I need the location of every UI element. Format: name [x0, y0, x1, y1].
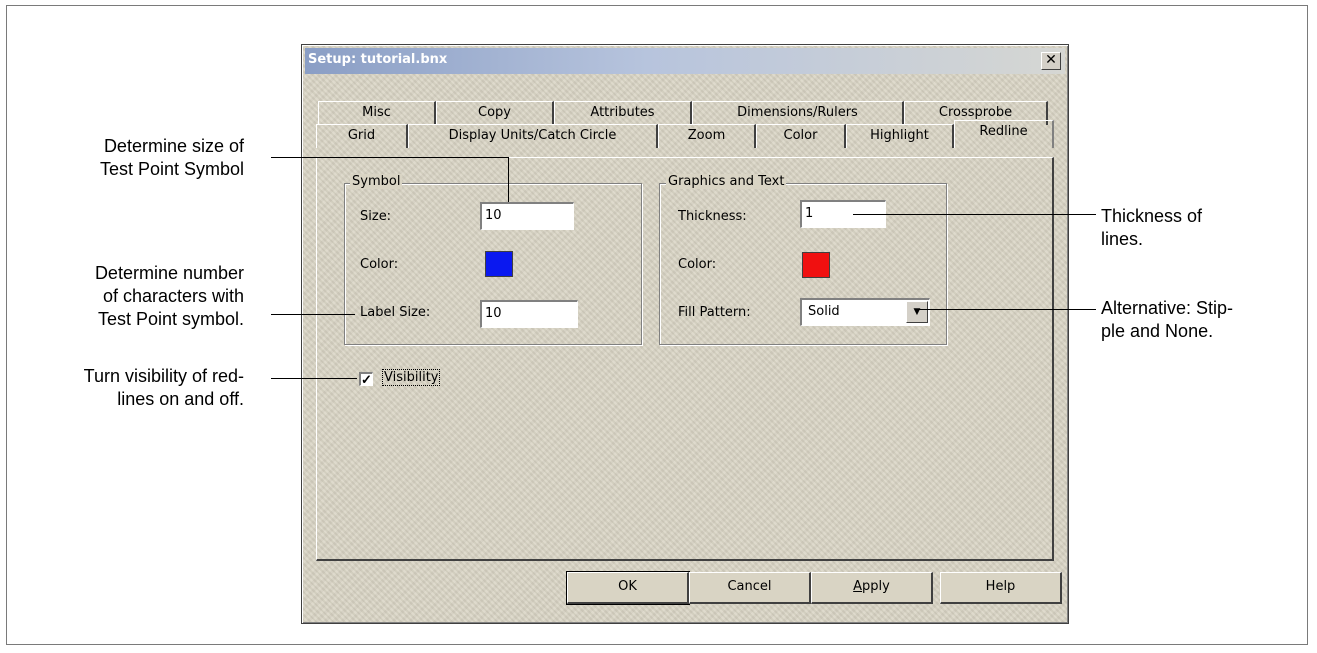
leader-thickness	[853, 214, 1096, 215]
tab-dimensions-rulers[interactable]: Dimensions/Rulers	[692, 101, 904, 125]
callout-symbol-size: Determine size of Test Point Symbol	[99, 136, 244, 179]
label-size-input[interactable]: 10	[480, 300, 578, 328]
callout-thickness: Thickness of lines.	[1101, 206, 1203, 249]
close-icon[interactable]: ✕	[1041, 52, 1061, 70]
leader-symbol-size-h	[271, 157, 509, 158]
tab-attributes[interactable]: Attributes	[554, 101, 692, 125]
tab-grid[interactable]: Grid	[316, 124, 408, 148]
callout-visibility: Turn visibility of red- lines on and off…	[83, 366, 244, 409]
fill-pattern-label: Fill Pattern:	[678, 305, 751, 320]
callout-label-chars: Determine number of characters with Test…	[94, 263, 244, 329]
visibility-checkbox[interactable]: ✓	[359, 372, 373, 386]
symbol-group-title: Symbol	[350, 174, 403, 189]
tab-redline[interactable]: Redline	[954, 120, 1054, 148]
callout-fill-alternatives: Alternative: Stip- ple and None.	[1101, 298, 1234, 341]
symbol-color-swatch[interactable]	[485, 251, 513, 277]
graphics-group-title: Graphics and Text	[666, 174, 787, 189]
help-button[interactable]: Help	[940, 572, 1062, 604]
graphics-color-label: Color:	[678, 257, 717, 272]
tab-display-units[interactable]: Display Units/Catch Circle	[408, 124, 658, 148]
fill-pattern-value: Solid	[808, 304, 840, 319]
title-bar: Setup: tutorial.bnx ✕	[305, 48, 1065, 74]
graphics-color-swatch[interactable]	[802, 252, 830, 278]
tab-zoom[interactable]: Zoom	[658, 124, 756, 148]
tab-color[interactable]: Color	[756, 124, 846, 148]
tab-misc[interactable]: Misc	[318, 101, 436, 125]
size-label: Size:	[360, 209, 392, 224]
thickness-label: Thickness:	[678, 209, 747, 224]
symbol-size-input[interactable]: 10	[480, 202, 574, 230]
leader-symbol-size-v	[508, 157, 509, 202]
chevron-down-icon[interactable]: ▼	[906, 301, 928, 323]
label-size-label: Label Size:	[360, 305, 431, 320]
fill-pattern-select[interactable]: Solid ▼	[800, 298, 930, 326]
tab-highlight[interactable]: Highlight	[846, 124, 954, 148]
dialog-title: Setup: tutorial.bnx	[308, 52, 448, 67]
symbol-color-label: Color:	[360, 257, 399, 272]
ok-button[interactable]: OK	[566, 571, 690, 605]
apply-button[interactable]: Apply	[811, 572, 933, 604]
tab-copy[interactable]: Copy	[436, 101, 554, 125]
cancel-button[interactable]: Cancel	[689, 572, 811, 604]
visibility-label[interactable]: Visibility	[381, 369, 441, 386]
leader-visibility	[271, 378, 357, 379]
leader-label-chars	[271, 314, 355, 315]
leader-fill-pattern	[915, 309, 1096, 310]
